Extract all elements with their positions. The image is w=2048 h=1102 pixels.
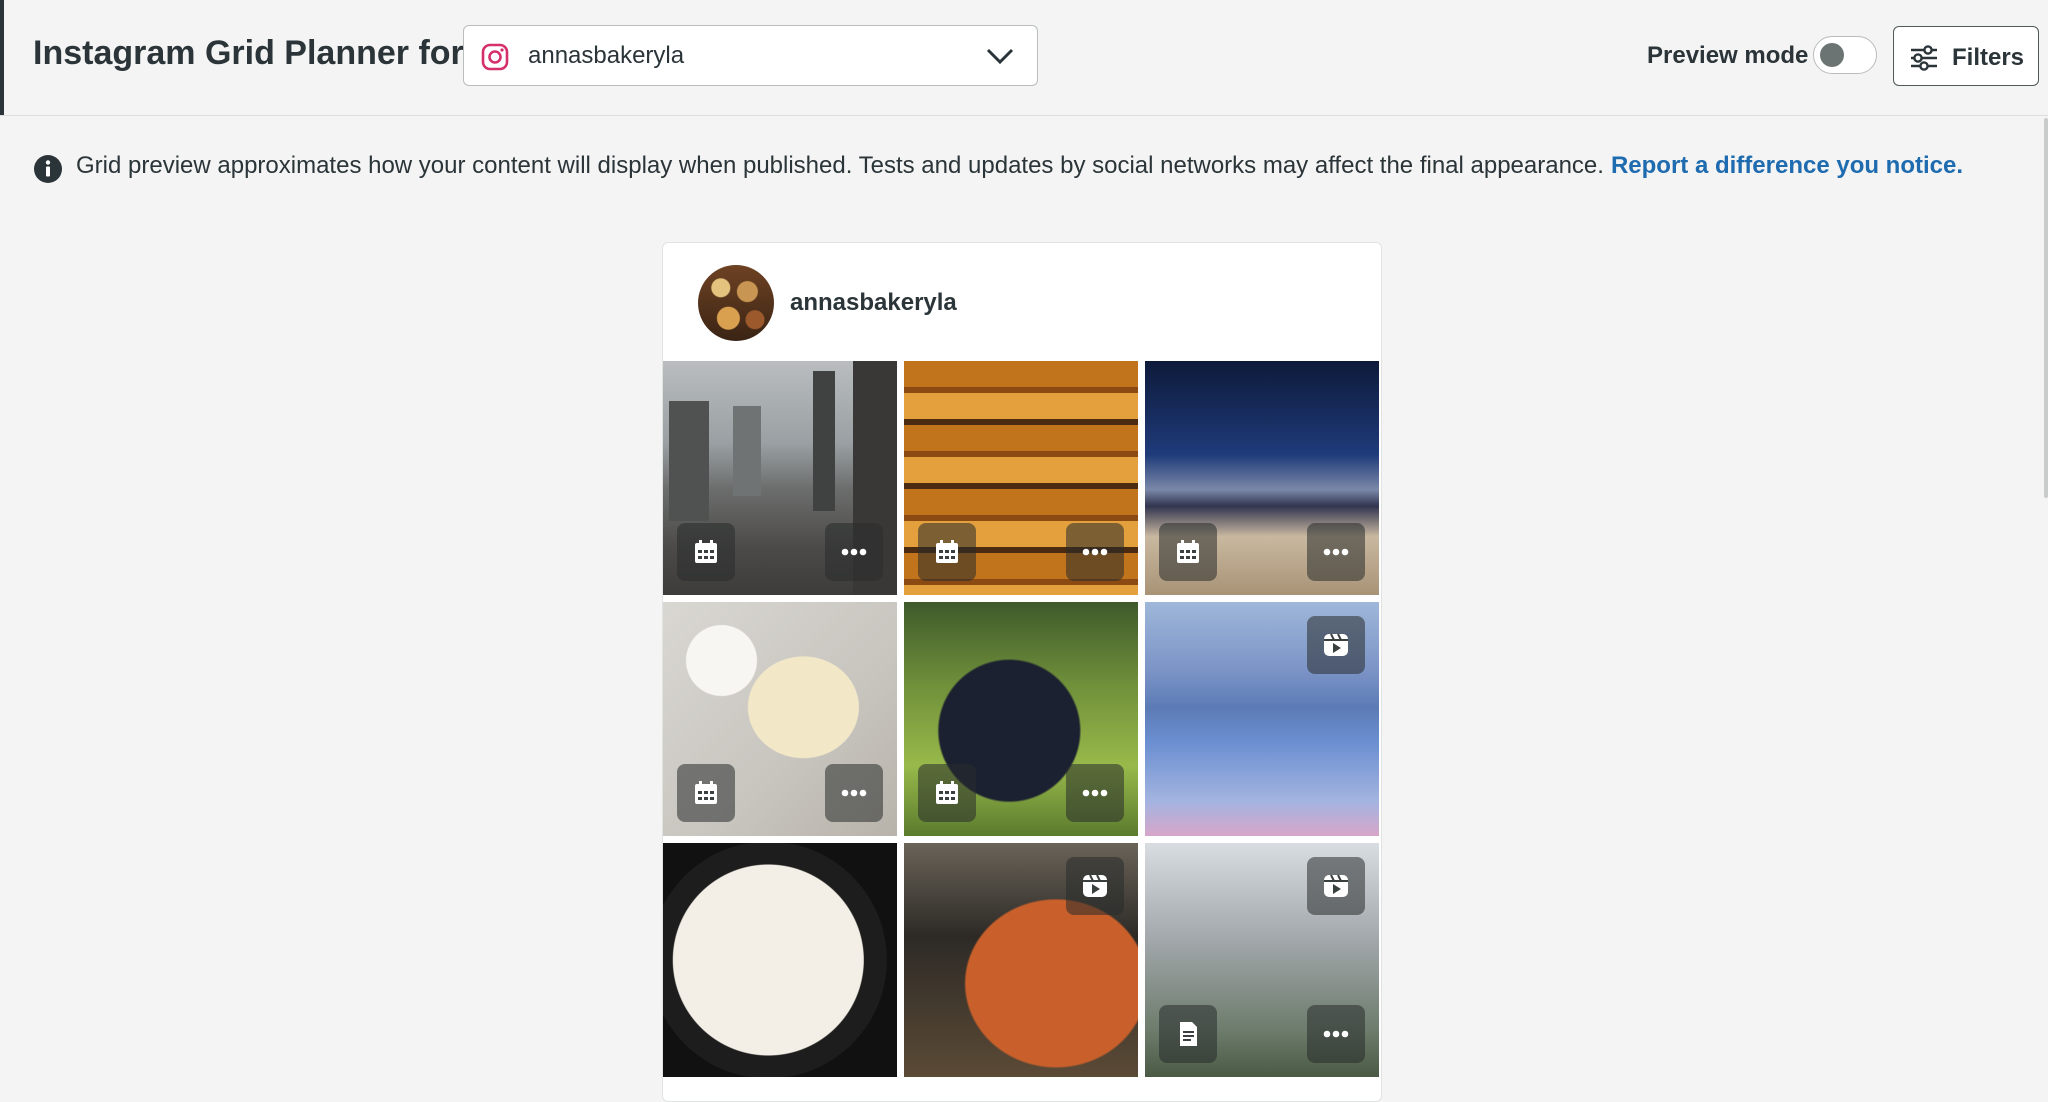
top-bar: Instagram Grid Planner for annasbakeryla… xyxy=(0,0,2048,116)
more-icon xyxy=(1082,789,1108,797)
calendar-icon xyxy=(1177,540,1199,563)
reel-badge[interactable] xyxy=(1307,857,1365,915)
more-options-badge[interactable] xyxy=(1066,523,1124,581)
grid-tile[interactable] xyxy=(663,843,897,1077)
info-message: Grid preview approximates how your conte… xyxy=(76,152,1604,179)
instagram-icon xyxy=(481,43,509,71)
account-selector[interactable]: annasbakeryla xyxy=(463,25,1038,86)
toggle-knob xyxy=(1820,43,1844,67)
reel-badge[interactable] xyxy=(1066,857,1124,915)
report-difference-link[interactable]: Report a difference you notice. xyxy=(1611,152,1963,179)
account-name: annasbakeryla xyxy=(528,42,685,69)
page-title: Instagram Grid Planner for xyxy=(33,34,464,72)
filters-label: Filters xyxy=(1952,44,2025,71)
more-icon xyxy=(1323,548,1349,556)
preview-mode-toggle[interactable] xyxy=(1813,36,1877,74)
more-icon xyxy=(1323,1030,1349,1038)
schedule-badge[interactable] xyxy=(1159,523,1217,581)
preview-mode-label: Preview mode xyxy=(1647,42,1809,69)
more-icon xyxy=(841,789,867,797)
avatar xyxy=(698,265,774,341)
reel-icon xyxy=(1083,874,1107,897)
more-options-badge[interactable] xyxy=(1066,764,1124,822)
grid-tile[interactable] xyxy=(904,361,1138,595)
filters-button[interactable]: Filters xyxy=(1893,26,2039,86)
more-options-badge[interactable] xyxy=(825,523,883,581)
sliders-icon xyxy=(1911,45,1937,71)
post-image xyxy=(663,843,897,1077)
schedule-badge[interactable] xyxy=(918,523,976,581)
grid-tile[interactable] xyxy=(1145,361,1379,595)
calendar-icon xyxy=(695,540,717,563)
schedule-badge[interactable] xyxy=(677,764,735,822)
grid-tile[interactable] xyxy=(904,602,1138,836)
scrollbar[interactable] xyxy=(2044,118,2048,498)
grid-tile[interactable] xyxy=(904,843,1138,1077)
calendar-icon xyxy=(936,781,958,804)
grid-tile[interactable] xyxy=(663,361,897,595)
chevron-down-icon xyxy=(986,48,1014,65)
calendar-icon xyxy=(695,781,717,804)
profile-username: annasbakeryla xyxy=(790,289,957,316)
more-options-badge[interactable] xyxy=(1307,1005,1365,1063)
draft-badge[interactable] xyxy=(1159,1005,1217,1063)
schedule-badge[interactable] xyxy=(918,764,976,822)
more-options-badge[interactable] xyxy=(825,764,883,822)
reel-icon xyxy=(1324,633,1348,656)
info-text: Grid preview approximates how your conte… xyxy=(76,152,1963,180)
schedule-badge[interactable] xyxy=(677,523,735,581)
more-options-badge[interactable] xyxy=(1307,523,1365,581)
grid-tile[interactable] xyxy=(663,602,897,836)
reel-icon xyxy=(1324,874,1348,897)
grid-tile[interactable] xyxy=(1145,843,1379,1077)
grid-tile[interactable] xyxy=(1145,602,1379,836)
grid-preview-card: annasbakeryla xyxy=(662,242,1382,1102)
calendar-icon xyxy=(936,540,958,563)
more-icon xyxy=(1082,548,1108,556)
info-icon xyxy=(34,155,62,183)
document-icon xyxy=(1180,1022,1197,1046)
more-icon xyxy=(841,548,867,556)
reel-badge[interactable] xyxy=(1307,616,1365,674)
